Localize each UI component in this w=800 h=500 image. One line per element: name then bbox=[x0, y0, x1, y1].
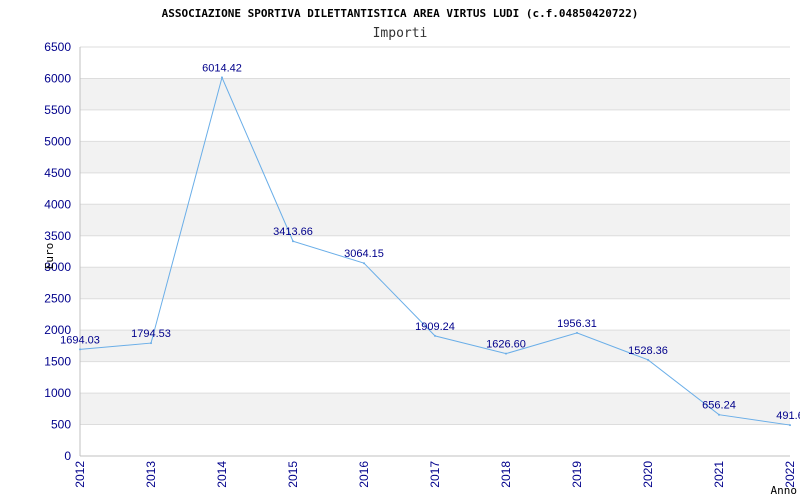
x-tick-labels: 2012 2013 2014 2015 2016 2017 2018 2019 2020 2021… bbox=[73, 461, 797, 488]
x-tick-label: 2021 bbox=[712, 461, 726, 488]
y-tick-label: 1500 bbox=[44, 355, 71, 369]
data-point bbox=[647, 358, 649, 361]
data-label: 1794.53 bbox=[131, 328, 171, 340]
data-point bbox=[363, 262, 365, 265]
x-tick-label: 2020 bbox=[641, 461, 655, 488]
y-tick-label: 4000 bbox=[44, 197, 71, 211]
y-tick-label: 6500 bbox=[44, 40, 71, 54]
x-tick-label: 2016 bbox=[357, 461, 371, 488]
data-label: 1626.60 bbox=[486, 339, 526, 351]
data-label: 1528.36 bbox=[628, 345, 668, 357]
x-axis-label: Anno bbox=[771, 484, 798, 497]
y-axis-label: Euro bbox=[43, 243, 56, 270]
data-point bbox=[576, 331, 578, 334]
chart-title: ASSOCIAZIONE SPORTIVA DILETTANTISTICA AR… bbox=[162, 7, 639, 20]
x-tick-label: 2018 bbox=[499, 461, 513, 488]
data-point bbox=[789, 424, 791, 427]
data-point bbox=[79, 348, 81, 351]
chart-subtitle: Importi bbox=[373, 26, 428, 41]
data-label: 1909.24 bbox=[415, 321, 455, 333]
series bbox=[79, 76, 791, 427]
data-label: 1956.31 bbox=[557, 318, 597, 330]
data-label: 491.6 bbox=[776, 410, 800, 422]
data-point bbox=[292, 240, 294, 243]
y-tick-label: 3500 bbox=[44, 229, 71, 243]
data-label: 1694.03 bbox=[60, 334, 100, 346]
x-tick-label: 2019 bbox=[570, 461, 584, 488]
data-label: 3064.15 bbox=[344, 248, 384, 260]
grid-band bbox=[80, 141, 790, 173]
series-line bbox=[79, 76, 791, 426]
data-point bbox=[434, 334, 436, 337]
data-point bbox=[221, 76, 223, 79]
x-tick-label: 2015 bbox=[286, 461, 300, 488]
x-tick-label: 2014 bbox=[215, 461, 229, 488]
data-point bbox=[505, 352, 507, 355]
data-point bbox=[150, 342, 152, 345]
grid-band bbox=[80, 78, 790, 110]
y-tick-label: 4500 bbox=[44, 166, 71, 180]
y-tick-label: 500 bbox=[51, 418, 71, 432]
y-tick-label: 5500 bbox=[44, 103, 71, 117]
x-tick-label: 2012 bbox=[73, 461, 87, 488]
grid-bands bbox=[80, 78, 790, 425]
data-labels: 1694.03 1794.53 6014.42 3413.66 3064.15 1909.… bbox=[60, 63, 800, 423]
data-label: 3413.66 bbox=[273, 226, 313, 238]
y-tick-label: 2500 bbox=[44, 292, 71, 306]
y-tick-label: 5000 bbox=[44, 134, 71, 148]
grid-band bbox=[80, 267, 790, 299]
y-tick-label: 0 bbox=[64, 449, 71, 463]
data-label: 656.24 bbox=[702, 400, 736, 412]
chart: ASSOCIAZIONE SPORTIVA DILETTANTISTICA AR… bbox=[43, 7, 800, 497]
grid-band bbox=[80, 393, 790, 425]
data-label: 6014.42 bbox=[202, 63, 242, 75]
data-point bbox=[718, 413, 720, 416]
x-tick-label: 2017 bbox=[428, 461, 442, 488]
y-tick-label: 1000 bbox=[44, 386, 71, 400]
y-tick-label: 6000 bbox=[44, 71, 71, 85]
x-tick-label: 2013 bbox=[144, 461, 158, 488]
